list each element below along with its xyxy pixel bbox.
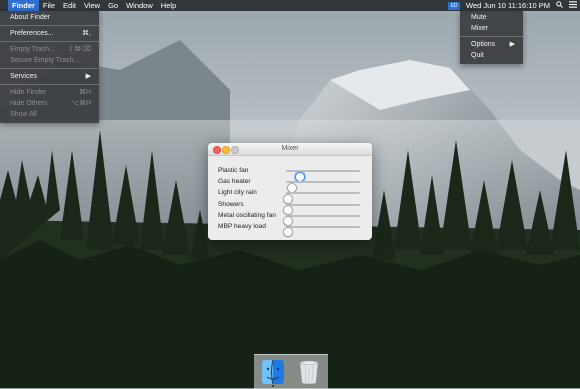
volume-slider-track[interactable]	[282, 192, 360, 204]
menu-separator	[460, 36, 523, 37]
menu-finder[interactable]: Finder	[8, 0, 39, 11]
channel-label: MBP heavy load	[218, 222, 266, 230]
menu-item-secure-empty-trash[interactable]: Secure Empty Trash...	[0, 55, 99, 66]
channel-label: Plastic fan	[218, 167, 249, 174]
submenu-arrow-icon: ▶	[509, 41, 515, 48]
menu-item-shortcut: ⇧⌘⌫	[68, 46, 91, 53]
menu-item-options[interactable]: Options ▶	[460, 39, 523, 50]
menu-item-empty-trash[interactable]: Empty Trash... ⇧⌘⌫	[0, 44, 99, 55]
menu-item-shortcut: ⌥⌘H	[70, 100, 91, 107]
mixer-status-menu: Mute Mixer Options ▶ Quit	[460, 11, 523, 64]
menu-separator	[0, 68, 99, 69]
volume-slider-track[interactable]	[282, 203, 360, 216]
menu-item-label: Empty Trash...	[10, 46, 56, 53]
menu-item-show-all[interactable]: Show All	[0, 109, 99, 120]
menu-go[interactable]: Go	[104, 0, 122, 11]
menu-item-label: Secure Empty Trash...	[10, 57, 80, 64]
clock[interactable]: Wed Jun 10 11:16:10 PM	[463, 0, 553, 11]
channel-row-metal-oscillating-fan: Metal oscillating fan	[208, 210, 372, 227]
channel-row-gas-heater: Gas heater	[208, 176, 372, 193]
menu-separator	[0, 41, 99, 42]
menu-bar: Finder File Edit View Go Window Help ED …	[0, 0, 580, 11]
menu-edit[interactable]: Edit	[59, 0, 80, 11]
menu-item-mute[interactable]: Mute	[460, 12, 523, 23]
menu-view[interactable]: View	[80, 0, 104, 11]
menu-item-label: Services	[10, 73, 37, 80]
menu-item-label: Mute	[471, 14, 487, 21]
menu-file[interactable]: File	[39, 0, 59, 11]
mixer-channel-list: Plastic fan Gas heater Light city rain S…	[208, 156, 372, 238]
menu-item-label: Mixer	[471, 25, 489, 32]
menu-help[interactable]: Help	[157, 0, 180, 11]
menu-item-label: Hide Finder	[10, 89, 47, 96]
menu-window[interactable]: Window	[122, 0, 157, 11]
notification-center-icon[interactable]	[566, 0, 580, 11]
channel-label: Showers	[218, 200, 244, 208]
apple-menu-icon[interactable]	[0, 0, 8, 11]
menu-item-mixer[interactable]: Mixer	[460, 23, 523, 34]
menu-item-label: Show All	[10, 111, 37, 118]
channel-row-mbp-heavy-load: MBP heavy load	[208, 221, 372, 238]
menu-item-label: Hide Others	[10, 100, 48, 107]
channel-label: Metal oscillating fan	[218, 211, 276, 219]
volume-slider-track[interactable]	[286, 170, 360, 182]
menu-separator	[0, 25, 99, 26]
menu-item-label: Options	[471, 41, 496, 48]
menu-item-shortcut: ⌘,	[82, 30, 91, 37]
volume-slider-track[interactable]	[282, 225, 360, 238]
running-indicator	[272, 385, 274, 387]
mixer-status-icon[interactable]: ED	[448, 1, 461, 10]
channel-label: Gas heater	[218, 178, 251, 186]
spotlight-icon[interactable]	[553, 0, 566, 11]
menu-item-label: Preferences...	[10, 30, 54, 37]
window-titlebar[interactable]: Mixer	[208, 143, 372, 156]
submenu-arrow-icon: ▶	[85, 73, 91, 80]
channel-row-plastic-fan: Plastic fan	[208, 165, 372, 182]
channel-row-light-city-rain: Light city rain	[208, 187, 372, 204]
dock	[254, 354, 328, 389]
mixer-window: Mixer Plastic fan Gas heater Light city …	[208, 143, 372, 240]
finder-menu-dropdown: About Finder Preferences... ⌘, Empty Tras…	[0, 11, 99, 123]
menu-item-about-finder[interactable]: About Finder	[0, 12, 99, 23]
volume-slider-track[interactable]	[282, 214, 360, 227]
channel-row-showers: Showers	[208, 199, 372, 216]
menu-item-hide-finder[interactable]: Hide Finder ⌘H	[0, 87, 99, 98]
menu-item-label: Quit	[471, 52, 484, 59]
menu-item-quit[interactable]: Quit	[460, 50, 523, 61]
channel-label: Light city rain	[218, 189, 257, 197]
menu-item-services[interactable]: Services ▶	[0, 71, 99, 82]
window-title: Mixer	[281, 145, 299, 152]
status-area: ED Wed Jun 10 11:16:10 PM	[445, 0, 580, 11]
menu-separator	[0, 84, 99, 85]
trash-icon[interactable]	[297, 359, 321, 385]
volume-slider-knob[interactable]	[282, 227, 293, 238]
finder-icon[interactable]	[261, 359, 285, 385]
volume-slider-track[interactable]	[286, 181, 360, 193]
menu-item-label: About Finder	[10, 14, 51, 21]
menu-item-preferences[interactable]: Preferences... ⌘,	[0, 28, 99, 39]
menu-item-hide-others[interactable]: Hide Others ⌥⌘H	[0, 98, 99, 109]
menu-item-shortcut: ⌘H	[78, 89, 91, 96]
